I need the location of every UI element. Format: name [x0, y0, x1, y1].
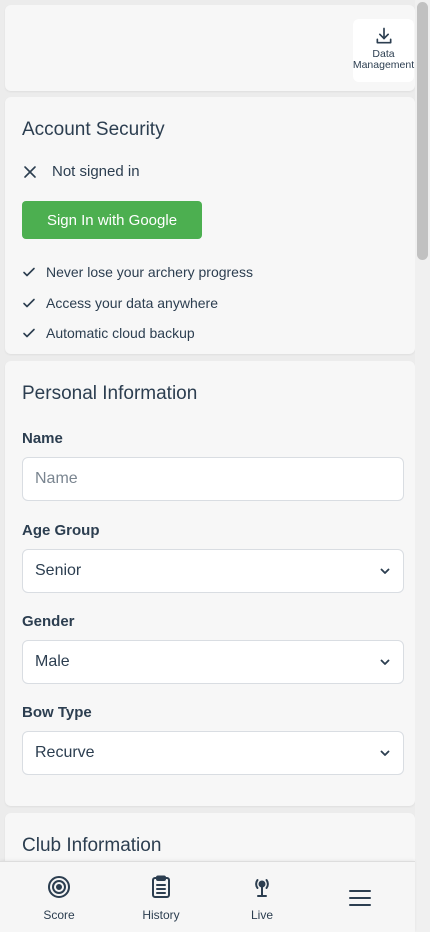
- chevron-down-icon: [380, 568, 390, 574]
- nav-item-history[interactable]: History: [121, 862, 201, 932]
- check-icon: [23, 267, 35, 277]
- benefits-list: Never lose your archery progress Access …: [22, 257, 253, 349]
- personal-information-title: Personal Information: [22, 383, 198, 404]
- list-item: Access your data anywhere: [22, 288, 253, 319]
- gender-value: Male: [35, 653, 70, 670]
- download-icon: [376, 27, 391, 44]
- age-group-label: Age Group: [22, 522, 100, 539]
- personal-information-card: Personal Information Name Age Group Seni…: [5, 361, 415, 806]
- benefit-text: Automatic cloud backup: [46, 325, 195, 342]
- sign-in-status: Not signed in: [22, 163, 140, 180]
- name-label: Name: [22, 430, 63, 447]
- app-viewport: Data Management Account Security Not sig…: [0, 0, 430, 932]
- benefit-text: Never lose your archery progress: [46, 264, 253, 281]
- chevron-down-icon: [380, 750, 390, 756]
- name-input[interactable]: [22, 457, 404, 501]
- top-actions-card: Data Management: [5, 5, 415, 91]
- age-group-value: Senior: [35, 562, 82, 579]
- list-item: Automatic cloud backup: [22, 318, 253, 349]
- check-icon: [23, 328, 35, 338]
- nav-item-live[interactable]: Live: [222, 862, 302, 932]
- list-item: Never lose your archery progress: [22, 257, 253, 288]
- benefit-text: Access your data anywhere: [46, 294, 218, 311]
- bottom-navigation: Score History Live: [0, 861, 415, 932]
- nav-label-live: Live: [250, 908, 273, 922]
- nav-label-history: History: [142, 908, 180, 922]
- club-information-title: Club Information: [22, 835, 162, 856]
- data-management-label: Data Management: [352, 48, 415, 71]
- close-icon: [24, 165, 36, 178]
- scrollbar-thumb[interactable]: [417, 2, 428, 260]
- check-icon: [23, 298, 35, 308]
- account-security-card: Account Security Not signed in Sign In w…: [5, 97, 415, 354]
- nav-item-score[interactable]: Score: [19, 862, 99, 932]
- sign-in-google-button[interactable]: Sign In with Google: [22, 201, 202, 239]
- age-group-select[interactable]: Senior: [22, 549, 404, 593]
- bow-type-select[interactable]: Recurve: [22, 731, 404, 775]
- hamburger-menu-icon: [349, 890, 371, 906]
- gender-label: Gender: [22, 613, 75, 630]
- data-management-button[interactable]: Data Management: [353, 19, 414, 82]
- nav-item-menu[interactable]: [320, 862, 400, 932]
- gender-select[interactable]: Male: [22, 640, 404, 684]
- broadcast-icon: [255, 879, 269, 897]
- bow-type-value: Recurve: [35, 744, 95, 761]
- sign-in-status-text: Not signed in: [52, 163, 140, 180]
- chevron-down-icon: [380, 659, 390, 665]
- bow-type-label: Bow Type: [22, 704, 92, 721]
- target-icon: [48, 876, 70, 898]
- account-security-title: Account Security: [22, 119, 165, 140]
- clipboard-icon: [152, 875, 170, 898]
- nav-label-score: Score: [43, 908, 75, 922]
- profile-scroll-area: Data Management Account Security Not sig…: [0, 0, 415, 932]
